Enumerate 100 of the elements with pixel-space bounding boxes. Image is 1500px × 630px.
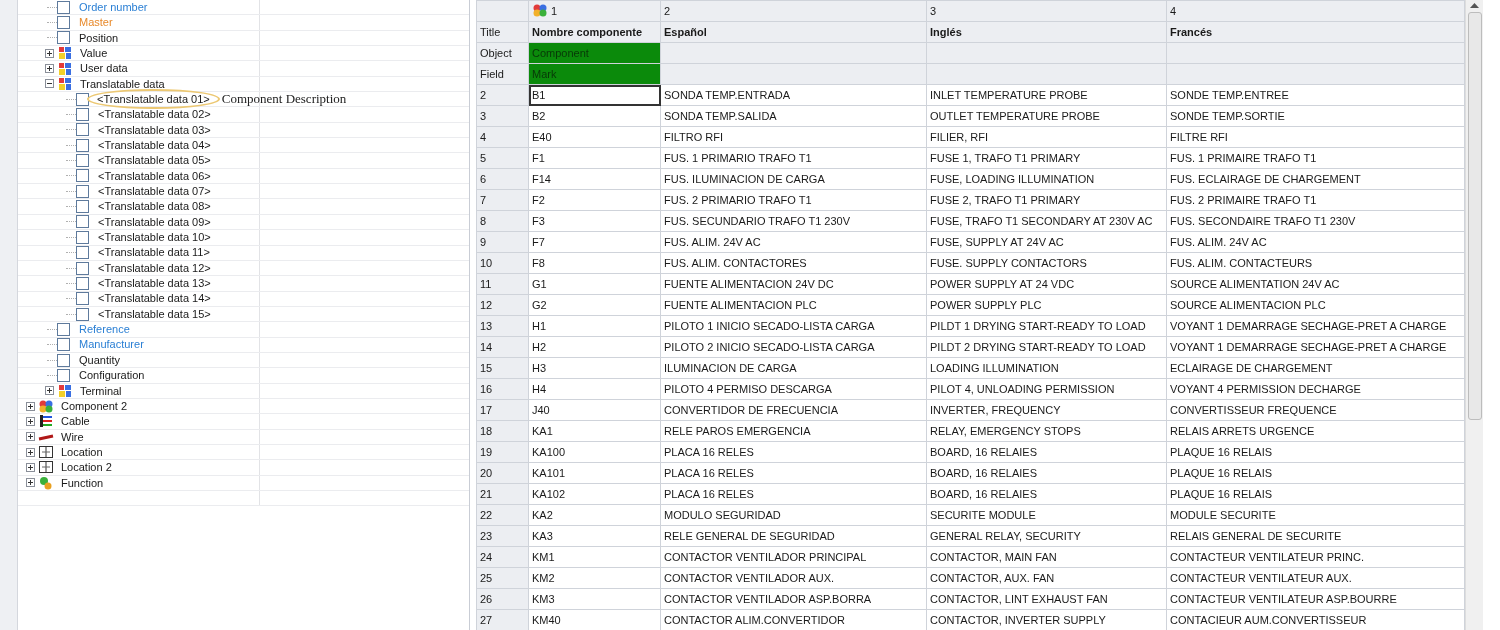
tree-item-label[interactable]: Component 2 <box>60 397 129 415</box>
tree-item-label[interactable]: <Translatable data 01> <box>87 89 220 110</box>
table-cell[interactable] <box>926 63 1167 85</box>
tree-item-label[interactable]: <Translatable data 13> <box>97 275 212 292</box>
expand-icon[interactable] <box>44 48 54 58</box>
table-cell[interactable]: PLACA 16 RELES <box>660 441 927 463</box>
tree-item-label[interactable]: Cable <box>60 413 91 430</box>
table-cell[interactable]: CONTACTEUR VENTILATEUR PRINC. <box>1166 546 1465 568</box>
table-cell[interactable]: LOADING ILLUMINATION <box>926 357 1167 379</box>
table-cell[interactable]: FUS. ECLAIRAGE DE CHARGEMENT <box>1166 168 1465 190</box>
tree-item-label[interactable]: Position <box>78 29 120 47</box>
table-cell[interactable]: MODULE SECURITE <box>1166 504 1465 526</box>
table-cell[interactable]: PILOTO 1 INICIO SECADO-LISTA CARGA <box>660 315 927 337</box>
table-cell[interactable]: FUSE, TRAFO T1 SECONDARY AT 230V AC <box>926 210 1167 232</box>
table-cell[interactable]: FUSE, LOADING ILLUMINATION <box>926 168 1167 190</box>
table-cell[interactable]: G2 <box>528 294 661 316</box>
tree-item-label[interactable]: <Translatable data 06> <box>97 167 212 185</box>
tree-item-label[interactable]: <Translatable data 15> <box>97 305 212 323</box>
table-cell[interactable] <box>1166 63 1465 85</box>
table-cell[interactable] <box>926 42 1167 64</box>
checkbox[interactable] <box>76 246 89 260</box>
checkbox[interactable] <box>57 338 70 352</box>
table-cell[interactable] <box>1166 42 1465 64</box>
table-cell[interactable]: CONTACTEUR VENTILATEUR AUX. <box>1166 567 1465 589</box>
table-cell[interactable]: FUS. SECUNDARIO TRAFO T1 230V <box>660 210 927 232</box>
table-cell[interactable]: Inglés <box>926 21 1167 43</box>
table-cell[interactable]: G1 <box>528 273 661 295</box>
table-cell[interactable]: CONTACTOR VENTILADOR AUX. <box>660 567 927 589</box>
table-cell[interactable]: RELE GENERAL DE SEGURIDAD <box>660 525 927 547</box>
tree-item-label[interactable]: Function <box>60 474 105 492</box>
column-header[interactable]: 1 <box>528 0 661 22</box>
tree-item-label[interactable]: <Translatable data 03> <box>97 121 212 139</box>
table-cell[interactable] <box>660 63 927 85</box>
expand-icon[interactable] <box>25 447 35 457</box>
checkbox[interactable] <box>76 307 89 321</box>
table-cell[interactable]: Español <box>660 21 927 43</box>
checkbox[interactable] <box>76 215 89 229</box>
table-cell[interactable]: H2 <box>528 336 661 358</box>
table-cell[interactable]: H4 <box>528 378 661 400</box>
table-cell[interactable]: FUS. ALIM. CONTACTEURS <box>1166 252 1465 274</box>
table-cell[interactable]: F2 <box>528 189 661 211</box>
table-cell[interactable]: CONVERTISSEUR FREQUENCE <box>1166 399 1465 421</box>
table-cell[interactable]: RELAIS ARRETS URGENCE <box>1166 420 1465 442</box>
table-cell[interactable]: OUTLET TEMPERATURE PROBE <box>926 105 1167 127</box>
checkbox[interactable] <box>76 261 89 275</box>
checkbox[interactable] <box>76 184 89 198</box>
checkbox[interactable] <box>76 292 89 306</box>
tree-item-label[interactable]: <Translatable data 05> <box>97 152 212 169</box>
table-cell[interactable]: F14 <box>528 168 661 190</box>
table-cell[interactable]: PILDT 1 DRYING START-READY TO LOAD <box>926 315 1167 337</box>
table-cell[interactable]: INVERTER, FREQUENCY <box>926 399 1167 421</box>
table-cell[interactable]: RELE PAROS EMERGENCIA <box>660 420 927 442</box>
table-cell[interactable]: PLAQUE 16 RELAIS <box>1166 483 1465 505</box>
checkbox[interactable] <box>57 31 70 45</box>
scroll-up-icon[interactable] <box>1470 3 1479 8</box>
table-cell[interactable]: POWER SUPPLY PLC <box>926 294 1167 316</box>
expand-icon[interactable] <box>25 432 35 442</box>
checkbox[interactable] <box>57 368 70 382</box>
expand-icon[interactable] <box>25 478 35 488</box>
expand-icon[interactable] <box>25 416 35 426</box>
table-cell[interactable]: VOYANT 1 DEMARRAGE SECHAGE-PRET A CHARGE <box>1166 336 1465 358</box>
expand-icon[interactable] <box>44 64 54 74</box>
table-cell[interactable]: FUS. 1 PRIMARIO TRAFO T1 <box>660 147 927 169</box>
table-cell[interactable]: F1 <box>528 147 661 169</box>
table-cell[interactable]: RELAIS GENERAL DE SECURITE <box>1166 525 1465 547</box>
tree-item-label[interactable]: <Translatable data 11> <box>97 244 211 261</box>
table-cell[interactable]: BOARD, 16 RELAIES <box>926 483 1167 505</box>
table-cell[interactable]: FILTRE RFI <box>1166 126 1465 148</box>
checkbox[interactable] <box>76 138 89 152</box>
table-cell[interactable]: H1 <box>528 315 661 337</box>
checkbox[interactable] <box>76 92 89 106</box>
table-cell[interactable]: SOURCE ALIMENTATION 24V AC <box>1166 273 1465 295</box>
tree-item-label[interactable]: Configuration <box>78 367 146 384</box>
collapse-icon[interactable] <box>44 79 54 89</box>
table-cell[interactable]: GENERAL RELAY, SECURITY <box>926 525 1167 547</box>
tree-item-label[interactable]: Value <box>79 44 109 62</box>
table-cell[interactable]: FILIER, RFI <box>926 126 1167 148</box>
checkbox[interactable] <box>76 154 89 168</box>
table-cell[interactable]: FUSE, SUPPLY AT 24V AC <box>926 231 1167 253</box>
tree-item-label[interactable]: <Translatable data 09> <box>97 213 212 231</box>
tree-item-label[interactable]: Location 2 <box>60 459 113 476</box>
table-cell[interactable]: B2 <box>528 105 661 127</box>
table-cell[interactable]: BOARD, 16 RELAIES <box>926 441 1167 463</box>
table-cell[interactable]: H3 <box>528 357 661 379</box>
tree-item-label[interactable]: Terminal <box>79 382 123 399</box>
table-cell[interactable]: SONDE TEMP.SORTIE <box>1166 105 1465 127</box>
table-cell[interactable]: ECLAIRAGE DE CHARGEMENT <box>1166 357 1465 379</box>
table-cell[interactable]: FILTRO RFI <box>660 126 927 148</box>
table-cell[interactable]: KA3 <box>528 525 661 547</box>
table-cell[interactable]: VOYANT 4 PERMISSION DECHARGE <box>1166 378 1465 400</box>
table-cell[interactable]: PILOTO 2 INICIO SECADO-LISTA CARGA <box>660 336 927 358</box>
table-cell[interactable]: KM2 <box>528 567 661 589</box>
tree-item-label[interactable]: Wire <box>60 428 85 446</box>
table-cell[interactable]: MODULO SEGURIDAD <box>660 504 927 526</box>
checkbox[interactable] <box>76 276 89 290</box>
table-cell[interactable]: KA101 <box>528 462 661 484</box>
scrollbar[interactable] <box>1465 0 1483 630</box>
table-cell[interactable]: CONTACTOR VENTILADOR PRINCIPAL <box>660 546 927 568</box>
table-cell[interactable]: PILOT 4, UNLOADING PERMISSION <box>926 378 1167 400</box>
table-cell[interactable]: FUENTE ALIMENTACION PLC <box>660 294 927 316</box>
